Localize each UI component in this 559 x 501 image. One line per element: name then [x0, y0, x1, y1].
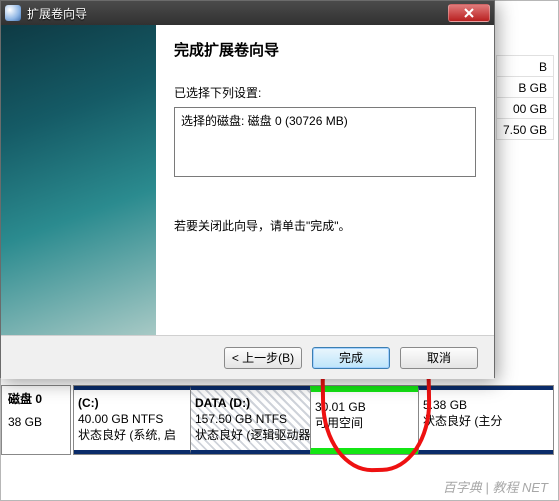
partition-status: 状态良好 (主分 [423, 412, 549, 429]
extend-volume-wizard-dialog: 扩展卷向导 完成扩展卷向导 已选择下列设置: 选择的磁盘: 磁盘 0 (3072… [0, 0, 495, 378]
wizard-hint: 若要关闭此向导，请单击"完成"。 [174, 217, 476, 234]
partition-title: (C:) [78, 396, 186, 410]
partition-status: 状态良好 (系统, 启 [78, 426, 186, 443]
close-icon [464, 8, 474, 18]
partition-status: 可用空间 [315, 414, 414, 431]
dialog-title: 扩展卷向导 [27, 5, 446, 22]
partition-status: 状态良好 (逻辑驱动器 [195, 426, 306, 443]
partition-last[interactable]: 5.38 GB 状态良好 (主分 [418, 386, 553, 454]
list-cell: 7.50 GB [496, 118, 554, 140]
selected-settings-label: 已选择下列设置: [174, 84, 476, 101]
disk-header[interactable]: 磁盘 0 38 GB [1, 385, 71, 455]
wizard-side-image [1, 25, 156, 335]
dialog-titlebar[interactable]: 扩展卷向导 [1, 1, 494, 25]
back-button[interactable]: < 上一步(B) [224, 347, 302, 369]
volume-list-fragment: B B GB 00 GB 7.50 GB [496, 55, 554, 139]
selected-settings-box[interactable]: 选择的磁盘: 磁盘 0 (30726 MB) [174, 107, 476, 177]
list-cell: B [496, 55, 554, 77]
partition-size: 30.01 GB [315, 400, 414, 414]
partition-d[interactable]: DATA (D:) 157.50 GB NTFS 状态良好 (逻辑驱动器 [190, 386, 310, 454]
partition-strip: (C:) 40.00 GB NTFS 状态良好 (系统, 启 DATA (D:)… [73, 385, 554, 455]
partition-c[interactable]: (C:) 40.00 GB NTFS 状态良好 (系统, 启 [74, 386, 190, 454]
app-icon [5, 5, 21, 21]
disk-number: 磁盘 0 [8, 390, 64, 407]
finish-button[interactable]: 完成 [312, 347, 390, 369]
dialog-body: 完成扩展卷向导 已选择下列设置: 选择的磁盘: 磁盘 0 (30726 MB) … [1, 25, 494, 335]
partition-title: DATA (D:) [195, 396, 306, 410]
list-cell: B GB [496, 76, 554, 98]
dialog-button-row: < 上一步(B) 完成 取消 [1, 335, 494, 379]
disk-size: 38 GB [8, 415, 64, 429]
partition-size: 5.38 GB [423, 398, 549, 412]
watermark-text: 百字典 | 教程 NET [443, 477, 548, 496]
wizard-heading: 完成扩展卷向导 [174, 39, 476, 60]
selected-settings-text: 选择的磁盘: 磁盘 0 (30726 MB) [181, 114, 348, 128]
partition-free-space[interactable]: 30.01 GB 可用空间 [310, 386, 418, 454]
wizard-content: 完成扩展卷向导 已选择下列设置: 选择的磁盘: 磁盘 0 (30726 MB) … [156, 25, 494, 335]
close-button[interactable] [448, 4, 490, 22]
list-cell: 00 GB [496, 97, 554, 119]
partition-size: 40.00 GB NTFS [78, 412, 186, 426]
partition-size: 157.50 GB NTFS [195, 412, 306, 426]
disk-layout-row: 磁盘 0 38 GB (C:) 40.00 GB NTFS 状态良好 (系统, … [1, 385, 554, 455]
cancel-button[interactable]: 取消 [400, 347, 478, 369]
